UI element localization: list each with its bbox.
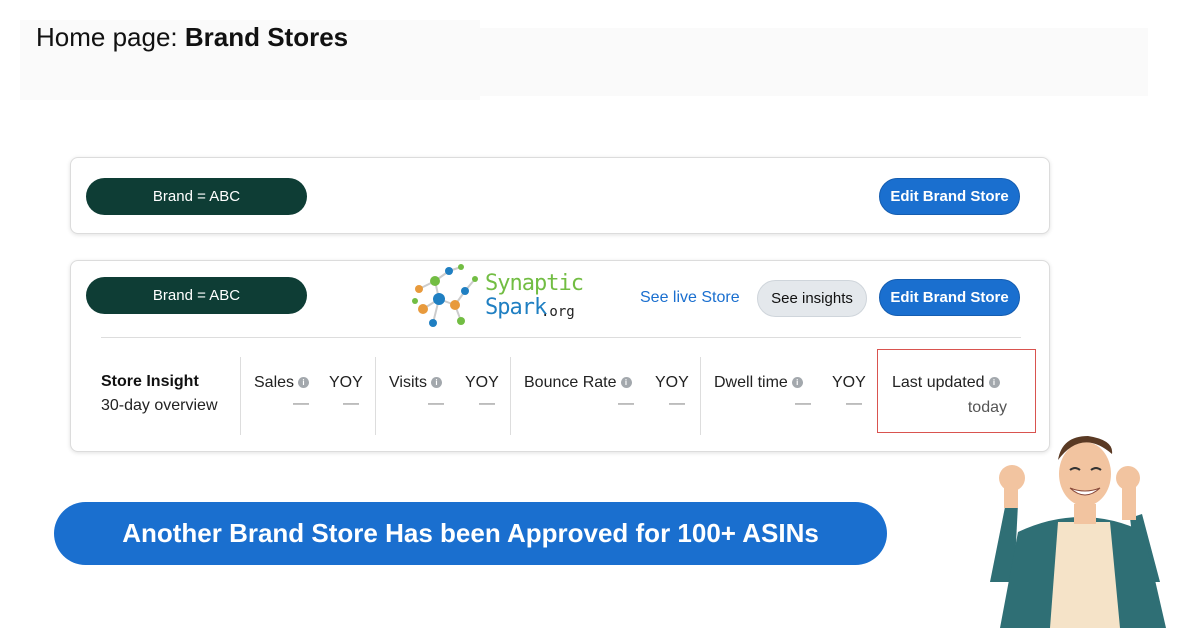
info-icon[interactable]: i	[988, 377, 1000, 389]
metric-bounce-rate-yoy-label: YOY	[655, 374, 689, 391]
last-updated-value: today	[967, 399, 1007, 416]
molecule-logo-icon	[412, 264, 478, 327]
metric-dwell-time-value: —	[795, 395, 811, 412]
info-icon[interactable]: i	[298, 377, 310, 389]
metric-visits-yoy-value: —	[479, 395, 495, 412]
metric-sales-label: Sales i	[254, 374, 310, 392]
celebrating-person-illustration	[990, 436, 1166, 628]
store-insight-label: Store Insight 30-day overview	[101, 373, 218, 415]
metric-bounce-rate-yoy-value: —	[669, 395, 685, 412]
edit-brand-store-button[interactable]: Edit Brand Store	[879, 178, 1020, 215]
logo-text-synaptic: Synaptic	[485, 271, 584, 296]
store-insight-subtitle: 30-day overview	[101, 397, 218, 414]
see-live-store-link[interactable]: See live Store	[640, 289, 740, 307]
card-divider	[101, 337, 1021, 338]
page-title-prefix: Home page:	[36, 22, 185, 52]
page-title-strong: Brand Stores	[184, 22, 349, 52]
brand-store-card-simple: Brand = ABC Edit Brand Store	[70, 157, 1050, 234]
metric-visits-value: —	[428, 395, 444, 412]
info-icon[interactable]: i	[620, 377, 632, 389]
metric-dwell-time-yoy-value: —	[846, 395, 862, 412]
last-updated-label: Last updated i	[892, 374, 1000, 392]
metric-sales-yoy-label: YOY	[329, 374, 363, 391]
logo-text-suffix: .org	[541, 304, 575, 320]
page-title: Home page: Brand Stores	[36, 22, 348, 53]
metric-sales-yoy-value: —	[343, 395, 359, 412]
header-band-extension	[480, 28, 1148, 96]
metric-bounce-rate-label: Bounce Rate i	[524, 374, 632, 392]
metric-bounce-rate-value: —	[618, 395, 634, 412]
synaptic-spark-logo: Synaptic Spark .org	[409, 261, 584, 333]
logo-text-spark: Spark	[485, 295, 547, 320]
metric-dwell-time-yoy-label: YOY	[832, 374, 866, 391]
info-icon[interactable]: i	[430, 377, 442, 389]
brand-store-card-detailed: Brand = ABC Synaptic Spark .org See live…	[70, 260, 1050, 452]
column-divider	[240, 357, 241, 435]
brand-filter-pill[interactable]: Brand = ABC	[86, 178, 307, 215]
see-insights-button[interactable]: See insights	[757, 280, 867, 317]
column-divider	[510, 357, 511, 435]
edit-brand-store-button[interactable]: Edit Brand Store	[879, 279, 1020, 316]
brand-filter-pill[interactable]: Brand = ABC	[86, 277, 307, 314]
info-icon[interactable]: i	[791, 377, 803, 389]
column-divider	[700, 357, 701, 435]
store-insight-title: Store Insight	[101, 373, 199, 390]
column-divider	[375, 357, 376, 435]
metric-visits-yoy-label: YOY	[465, 374, 499, 391]
metric-dwell-time-label: Dwell time i	[714, 374, 803, 392]
last-updated-highlight: Last updated i today	[877, 349, 1036, 433]
metric-sales-value: —	[293, 395, 309, 412]
approval-banner: Another Brand Store Has been Approved fo…	[54, 502, 887, 565]
metric-visits-label: Visits i	[389, 374, 442, 392]
